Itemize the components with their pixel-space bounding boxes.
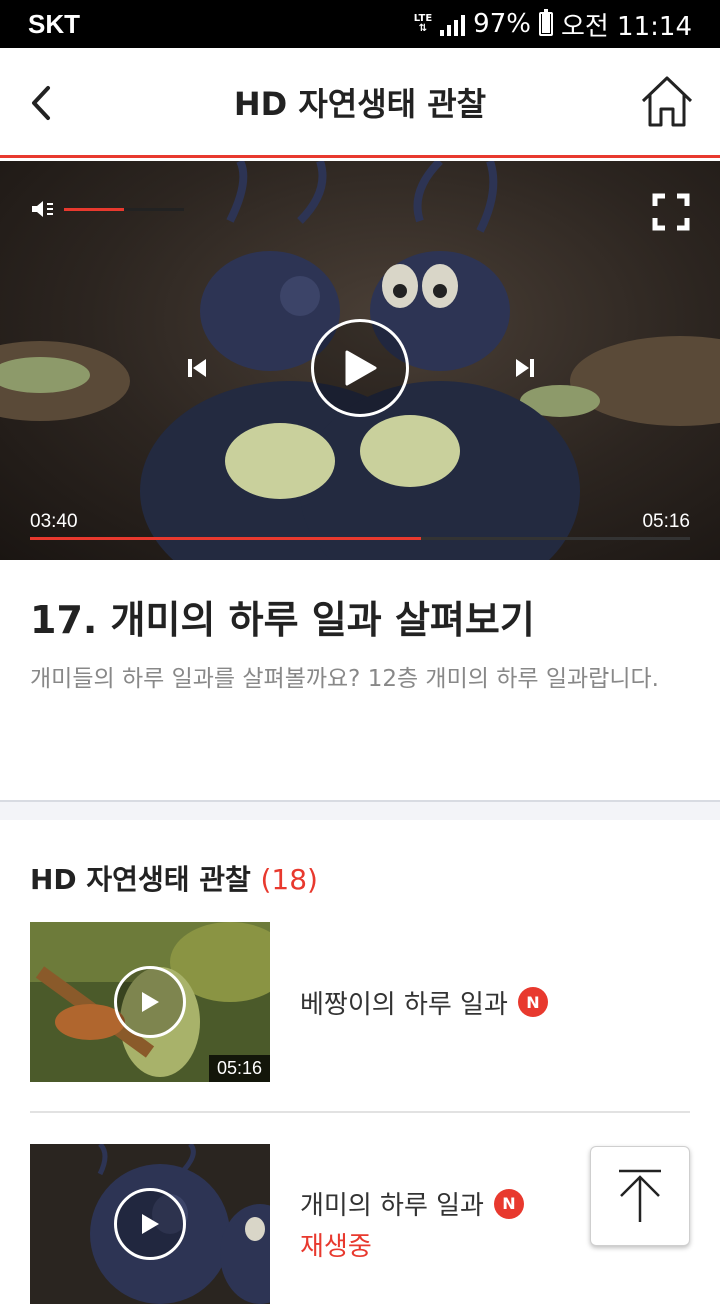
fullscreen-icon[interactable] (652, 193, 690, 231)
video-thumbnail[interactable]: 05:16 (30, 922, 270, 1082)
battery-percent: 97% (473, 9, 531, 39)
skip-previous-icon[interactable] (186, 357, 208, 379)
chevron-left-icon[interactable] (22, 78, 62, 128)
item-meta: 개미의 하루 일과 N 재생중 (300, 1185, 524, 1263)
new-badge: N (493, 1188, 524, 1219)
play-button[interactable] (114, 1188, 186, 1260)
item-title-row: 개미의 하루 일과 N (300, 1185, 524, 1222)
volume-icon[interactable] (30, 199, 56, 219)
volume-control[interactable] (30, 199, 184, 219)
battery-icon (538, 9, 553, 36)
item-title: 개미의 하루 일과 (300, 1191, 484, 1221)
total-duration: 05:16 (642, 511, 690, 532)
item-title-row: 베짱이의 하루 일과 N (300, 984, 548, 1021)
play-icon (345, 350, 377, 386)
playlist-header: HD 자연생태 관찰 (18) (30, 858, 690, 898)
page-title: HD 자연생태 관찰 (233, 84, 487, 123)
episode-info: 17. 개미의 하루 일과 살펴보기 개미들의 하루 일과를 살펴볼까요? 12… (0, 560, 720, 800)
volume-slider[interactable] (64, 207, 184, 211)
video-thumbnail[interactable] (30, 1144, 270, 1304)
item-title: 베짱이의 하루 일과 (300, 989, 508, 1020)
status-bar: SKT LTE ⇅ 97% 오전 11:14 (0, 0, 720, 48)
new-badge: N (517, 987, 548, 1017)
volume-level (64, 207, 124, 211)
scroll-to-top-button[interactable] (590, 1146, 690, 1246)
playlist-count: (18) (260, 863, 318, 896)
play-button[interactable] (114, 966, 186, 1038)
skip-next-icon[interactable] (514, 357, 536, 379)
list-divider (30, 1111, 690, 1113)
item-meta: 베짱이의 하루 일과 N (300, 984, 548, 1021)
signal-icon (440, 12, 466, 36)
section-divider (0, 800, 720, 820)
status-indicators: LTE ⇅ 97% 오전 11:14 (414, 6, 692, 43)
play-button[interactable] (311, 319, 409, 417)
episode-title: 17. 개미의 하루 일과 살펴보기 (30, 598, 535, 642)
play-icon (142, 1214, 159, 1234)
now-playing-label: 재생중 (300, 1232, 372, 1262)
arrow-up-icon (619, 1169, 661, 1222)
playback-controls (0, 319, 720, 419)
seek-bar-progress (30, 537, 422, 540)
clock: 오전 11:14 (560, 11, 692, 42)
seek-bar[interactable] (30, 537, 690, 540)
play-icon (142, 992, 159, 1012)
app-bar: HD 자연생태 관찰 (0, 48, 720, 158)
video-duration: 05:16 (208, 1055, 270, 1082)
lte-icon: LTE ⇅ (413, 13, 433, 34)
current-time: 03:40 (30, 511, 78, 532)
home-icon[interactable] (640, 74, 694, 130)
list-item[interactable]: 05:16 베짱이의 하루 일과 N (30, 922, 690, 1082)
video-player[interactable]: 03:40 05:16 (0, 161, 720, 560)
episode-description: 개미들의 하루 일과를 살펴볼까요? 12층 개미의 하루 일과랍니다. (30, 666, 659, 692)
carrier-label: SKT (28, 8, 80, 39)
playlist-title: HD 자연생태 관찰 (30, 863, 251, 896)
